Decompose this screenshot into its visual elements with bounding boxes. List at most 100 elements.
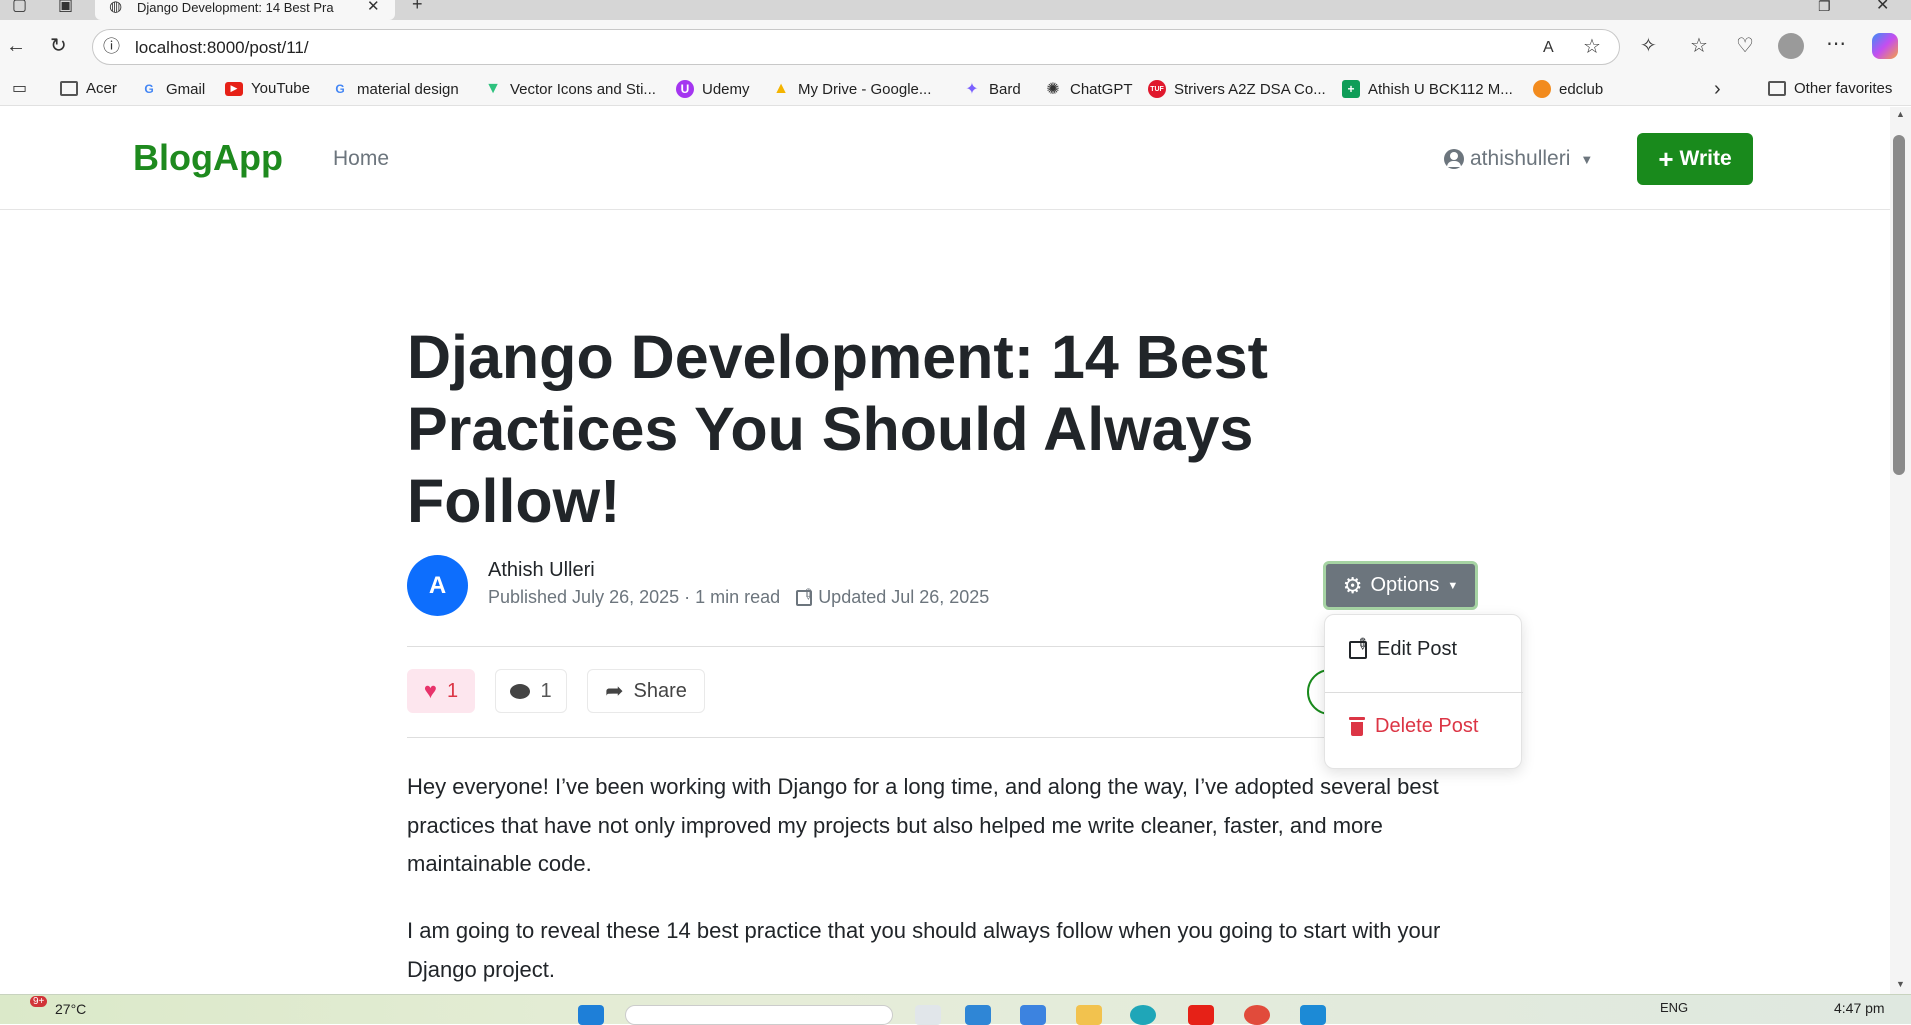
google-icon: G [144,82,154,96]
profile-icon[interactable] [1778,33,1804,59]
chatgpt-icon: ✺ [1046,81,1060,98]
favorite-strivers[interactable]: TUF Strivers A2Z DSA Co... [1148,80,1326,98]
restore-window-icon[interactable]: ❐ [1818,0,1831,16]
favorite-bard[interactable]: ✦ Bard [963,80,1020,99]
favorite-youtube[interactable]: ▶ YouTube [225,80,310,97]
globe-icon: ◍ [109,0,123,15]
close-tab-icon[interactable]: ✕ [367,0,380,17]
like-button[interactable]: ♥ 1 [407,669,475,713]
browser-essentials-icon[interactable]: ♡ [1736,36,1754,56]
scrollbar-thumb[interactable] [1893,135,1905,475]
favorite-udemy[interactable]: U Udemy [676,80,750,98]
edclub-icon [1533,80,1551,98]
edge-icon[interactable] [1130,1005,1156,1025]
favorite-material-design[interactable]: Gmaterial design [331,80,458,98]
task-view-icon[interactable] [915,1005,941,1025]
collections-icon[interactable]: ▭ [12,79,27,99]
user-circle-icon [1444,149,1464,169]
weather-temp[interactable]: 27°C [55,1001,86,1017]
refresh-icon[interactable]: ↻ [50,36,67,56]
dropdown-divider [1325,692,1523,693]
outlook-icon[interactable] [1020,1005,1046,1025]
vscode-icon[interactable] [1300,1005,1326,1025]
username-label: athishulleri [1470,147,1571,170]
favorite-star-icon[interactable]: ☆ [1583,37,1601,57]
workspaces-icon[interactable]: ▢ [12,0,27,16]
site-info-icon[interactable]: ⓘ [103,37,120,57]
close-window-icon[interactable]: ✕ [1876,0,1889,16]
drive-icon: ▲ [773,80,789,97]
nav-home-link[interactable]: Home [333,147,389,171]
favorites-bar: ▭ Acer G Gmail ▶ YouTube Gmaterial design … [0,72,1911,106]
chevron-right-icon[interactable]: › [1714,79,1721,99]
options-dropdown-button[interactable]: ⚙ Options ▼ [1323,561,1478,610]
author-name[interactable]: Athish Ulleri [488,559,595,582]
edit-square-icon: ✎ [796,584,818,606]
favorite-edclub[interactable]: edclub [1533,80,1603,98]
options-label: Options [1370,574,1440,596]
favorite-gmail[interactable]: G Gmail [140,80,205,98]
language-indicator[interactable]: ENG [1660,1000,1688,1015]
address-toolbar: ← ↻ ⓘ localhost:8000/post/11/ A ☆ ✧ ☆ ♡ … [0,20,1911,72]
favorite-vector-icons[interactable]: ▼ Vector Icons and Sti... [484,80,656,98]
url-text[interactable]: localhost:8000/post/11/ [135,38,309,58]
address-bar[interactable]: ⓘ localhost:8000/post/11/ A ☆ [92,29,1620,65]
delete-post-item[interactable]: Delete Post [1349,715,1478,738]
start-icon[interactable] [578,1005,604,1025]
clock-time[interactable]: 4:47 pm [1834,1000,1885,1016]
sparkle-icon: ✦ [965,81,979,98]
post-title: Django Development: 14 Best Practices Yo… [407,323,1268,535]
options-dropdown-menu: ✎ Edit Post Delete Post [1324,614,1523,769]
published-info: Published July 26, 2025 · 1 min read [488,587,781,607]
browser-tab-active[interactable]: ◍ Django Development: 14 Best Pra ✕ [95,0,395,20]
copilot-icon[interactable] [1872,33,1898,59]
delete-post-label: Delete Post [1375,715,1479,737]
browser-tab-strip: ▢ ▣ ◍ Django Development: 14 Best Pra ✕ … [0,0,1911,20]
write-button[interactable]: + Write [1637,133,1753,185]
comment-button[interactable]: 1 [495,669,567,713]
back-icon[interactable]: ← [6,36,26,56]
new-tab-icon[interactable]: + [412,0,423,14]
share-button[interactable]: ➦ Share [587,669,705,713]
gear-icon: ⚙ [1342,572,1363,598]
heart-icon: ♥ [423,678,437,703]
folder-icon [60,81,78,96]
scroll-up-icon[interactable]: ▲ [1896,109,1905,119]
site-navbar: BlogApp Home athishulleri ▼ + Write [0,107,1890,210]
folder-icon [1768,81,1786,96]
file-explorer-icon[interactable] [1076,1005,1102,1025]
youtube-app-icon[interactable] [1188,1005,1214,1025]
windows-taskbar: 9+ 27°C ENG 4:47 pm [0,994,1911,1025]
post-paragraph: I am going to reveal these 14 best pract… [407,918,1441,982]
post-meta: Published July 26, 2025 · 1 min read ✎ U… [488,584,990,608]
search-box[interactable] [625,1005,893,1025]
share-icon: ➦ [605,678,624,703]
post-paragraph: Hey everyone! I’ve been working with Dja… [407,774,1439,876]
edit-post-item[interactable]: ✎ Edit Post [1349,633,1458,661]
extensions-icon[interactable]: ✧ [1640,36,1657,56]
notification-badge: 9+ [30,996,48,1007]
vector-icon: ▼ [485,80,501,97]
read-aloud-icon[interactable]: A [1543,38,1554,58]
favorite-acer[interactable]: Acer [60,80,117,97]
favorite-athish-sheet[interactable]: + Athish U BCK112 M... [1342,80,1513,98]
trash-icon [1349,717,1365,736]
chrome-icon[interactable] [1244,1005,1270,1025]
scroll-down-icon[interactable]: ▼ [1896,979,1905,989]
user-menu-toggle[interactable]: athishulleri ▼ [1444,147,1593,171]
like-count: 1 [446,679,459,702]
comment-icon [510,683,531,699]
favorite-my-drive[interactable]: ▲ My Drive - Google... [772,80,931,98]
store-icon[interactable] [965,1005,991,1025]
brand-logo[interactable]: BlogApp [133,137,283,179]
favorites-icon[interactable]: ☆ [1690,36,1708,56]
other-favorites[interactable]: Other favorites [1768,80,1892,97]
edit-post-label: Edit Post [1377,638,1458,660]
tuf-icon: TUF [1148,80,1166,98]
more-options-icon[interactable]: ⋯ [1826,34,1846,54]
tab-title: Django Development: 14 Best Pra [137,0,334,15]
tab-actions-icon[interactable]: ▣ [58,0,73,16]
favorite-chatgpt[interactable]: ✺ ChatGPT [1044,80,1132,99]
updated-info: Updated Jul 26, 2025 [818,587,990,607]
page-viewport: BlogApp Home athishulleri ▼ + Write Djan… [0,107,1890,994]
